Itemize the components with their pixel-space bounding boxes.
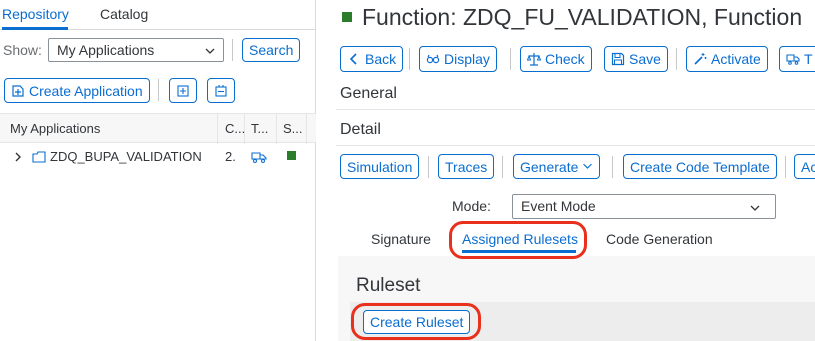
chevron-down-icon — [205, 48, 215, 54]
mode-select[interactable]: Event Mode — [512, 194, 776, 219]
save-button[interactable]: Save — [604, 46, 668, 72]
toolbar-separator — [676, 48, 677, 70]
transport-label: T — [804, 51, 813, 67]
tab-catalog[interactable]: Catalog — [100, 6, 148, 22]
expand-all-icon — [177, 84, 189, 97]
create-code-template-label: Create Code Template — [630, 158, 770, 175]
toolbar-separator — [612, 156, 613, 178]
general-section-title[interactable]: General — [340, 85, 397, 103]
truck-icon — [786, 54, 800, 65]
display-button[interactable]: Display — [419, 46, 497, 72]
simulation-button[interactable]: Simulation — [340, 154, 420, 179]
show-select[interactable]: My Applications — [48, 38, 224, 62]
column-t[interactable]: T... — [251, 121, 268, 136]
tab-signature[interactable]: Signature — [371, 231, 431, 247]
mode-label: Mode: — [452, 198, 491, 214]
column-my-applications[interactable]: My Applications — [10, 121, 100, 136]
chevron-down-icon — [583, 163, 593, 169]
collapse-all-button[interactable] — [207, 78, 235, 103]
activate-label: Activate — [711, 51, 761, 67]
display-label: Display — [444, 51, 490, 67]
back-arrow-icon — [349, 53, 357, 65]
column-divider — [276, 114, 277, 144]
traces-label: Traces — [445, 158, 488, 175]
save-label: Save — [629, 51, 661, 67]
show-select-value: My Applications — [57, 42, 155, 58]
repository-tabs: Repository Catalog — [0, 0, 316, 30]
additional-action-button[interactable]: Ac — [794, 154, 815, 179]
back-button[interactable]: Back — [340, 46, 404, 72]
tab-code-generation[interactable]: Code Generation — [606, 231, 713, 247]
generate-label: Generate — [520, 158, 579, 175]
truck-icon — [251, 152, 267, 163]
chevron-down-icon — [750, 205, 760, 211]
create-application-button[interactable]: Create Application — [4, 78, 150, 103]
check-button[interactable]: Check — [520, 46, 592, 72]
create-document-icon — [12, 84, 24, 97]
column-divider — [306, 114, 307, 144]
simulation-label: Simulation — [347, 158, 413, 175]
toolbar-separator — [428, 156, 429, 178]
toolbar-separator — [232, 39, 233, 61]
search-button[interactable]: Search — [242, 38, 301, 62]
application-icon — [32, 151, 46, 163]
tab-repository[interactable]: Repository — [2, 6, 69, 22]
chevron-right-icon[interactable] — [13, 152, 23, 162]
expand-all-button[interactable] — [169, 78, 197, 103]
ruleset-title: Ruleset — [356, 275, 421, 296]
application-c-value: 2. — [225, 149, 236, 164]
page-title: Function: ZDQ_FU_VALIDATION, Function — [362, 4, 803, 30]
tab-active-indicator — [2, 27, 68, 30]
save-icon — [611, 52, 625, 66]
subtab-active-indicator — [462, 250, 576, 253]
table-row[interactable]: ZDQ_BUPA_VALIDATION 2. — [0, 143, 316, 171]
application-name: ZDQ_BUPA_VALIDATION — [50, 149, 202, 164]
activate-button[interactable]: Activate — [686, 46, 768, 72]
glasses-icon — [426, 54, 440, 64]
create-application-label: Create Application — [29, 82, 143, 99]
mode-select-value: Event Mode — [521, 198, 596, 214]
toolbar-separator — [502, 156, 503, 178]
column-c[interactable]: C... — [225, 121, 245, 136]
search-button-label: Search — [249, 42, 294, 58]
back-label: Back — [365, 51, 397, 67]
toolbar-separator — [158, 79, 159, 101]
applications-table-header: My Applications C... T... S... — [0, 113, 316, 144]
balance-scale-icon — [527, 53, 541, 66]
collapse-all-icon — [215, 84, 227, 97]
create-code-template-button[interactable]: Create Code Template — [623, 154, 777, 179]
toolbar-separator — [409, 48, 410, 70]
generate-menu-button[interactable]: Generate — [513, 154, 601, 179]
section-divider — [336, 145, 815, 146]
check-label: Check — [545, 51, 585, 67]
column-divider — [244, 114, 245, 144]
toolbar-separator — [785, 156, 786, 178]
magic-wand-icon — [694, 53, 707, 65]
additional-action-label: Ac — [801, 158, 815, 175]
create-ruleset-label: Create Ruleset — [370, 314, 464, 330]
create-ruleset-button[interactable]: Create Ruleset — [363, 310, 471, 334]
left-panel: Repository Catalog Show: My Applications… — [0, 0, 316, 341]
show-label: Show: — [3, 42, 42, 58]
traces-button[interactable]: Traces — [438, 154, 495, 179]
tab-assigned-rulesets[interactable]: Assigned Rulesets — [462, 231, 578, 247]
status-active-indicator — [287, 151, 296, 160]
toolbar-separator — [510, 48, 511, 70]
column-s[interactable]: S... — [283, 121, 303, 136]
column-divider — [217, 114, 218, 144]
transport-button[interactable]: T — [779, 46, 815, 72]
title-status-indicator — [342, 12, 352, 22]
section-divider — [336, 109, 815, 110]
detail-section-title[interactable]: Detail — [340, 121, 381, 139]
